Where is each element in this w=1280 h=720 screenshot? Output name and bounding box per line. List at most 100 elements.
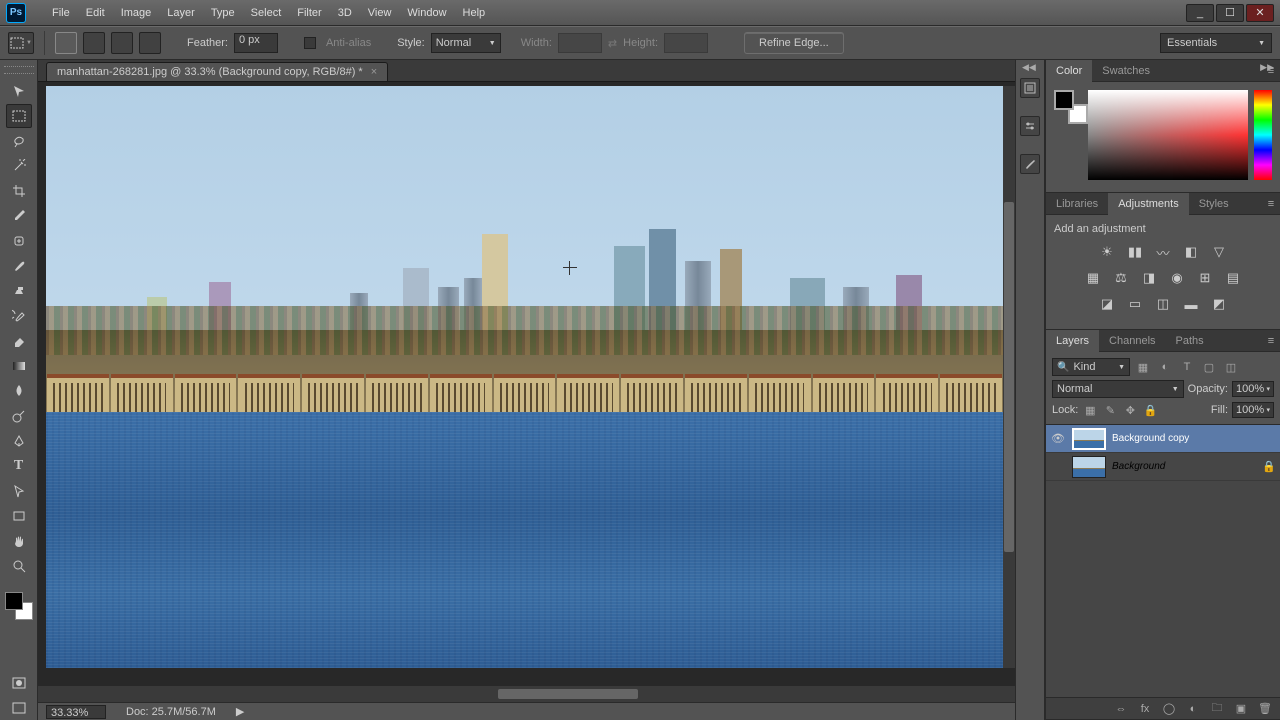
zoom-tool[interactable] <box>6 554 32 578</box>
quick-mask-toggle[interactable] <box>6 671 32 695</box>
history-brush-tool[interactable] <box>6 304 32 328</box>
path-selection-tool[interactable] <box>6 479 32 503</box>
move-tool[interactable] <box>6 79 32 103</box>
levels-icon[interactable]: ▮▮ <box>1125 243 1145 261</box>
brightness-contrast-icon[interactable]: ☀ <box>1097 243 1117 261</box>
exposure-icon[interactable]: ◧ <box>1181 243 1201 261</box>
close-tab-icon[interactable]: × <box>371 66 377 78</box>
refine-edge-button[interactable]: Refine Edge... <box>744 32 844 54</box>
workspace-select[interactable]: Essentials▼ <box>1160 33 1272 53</box>
color-balance-icon[interactable]: ⚖ <box>1111 269 1131 287</box>
eyedropper-tool[interactable] <box>6 204 32 228</box>
blur-tool[interactable] <box>6 379 32 403</box>
tab-styles[interactable]: Styles <box>1189 193 1239 215</box>
zoom-field[interactable]: 33.33% <box>46 705 106 719</box>
color-lookup-icon[interactable]: ▤ <box>1223 269 1243 287</box>
panels-expand-icon[interactable]: ▶▶ <box>1260 62 1274 73</box>
layer-thumbnail[interactable] <box>1072 456 1106 478</box>
history-panel-icon[interactable] <box>1020 78 1040 98</box>
menu-file[interactable]: File <box>44 0 78 26</box>
filter-shape-icon[interactable]: ▢ <box>1200 359 1218 375</box>
group-icon[interactable]: 🗀 <box>1210 699 1224 718</box>
menu-image[interactable]: Image <box>113 0 160 26</box>
tab-channels[interactable]: Channels <box>1099 330 1165 352</box>
menu-edit[interactable]: Edit <box>78 0 113 26</box>
fg-color-swatch[interactable] <box>1054 90 1074 110</box>
posterize-icon[interactable]: ▭ <box>1125 295 1145 313</box>
lock-all-icon[interactable]: 🔒 <box>1142 403 1158 417</box>
curves-icon[interactable]: 〰 <box>1153 243 1173 261</box>
adjustment-layer-icon[interactable]: ◐ <box>1186 703 1200 715</box>
hue-slider[interactable] <box>1254 90 1272 180</box>
scrollbar-thumb[interactable] <box>1004 202 1014 551</box>
foreground-color-swatch[interactable] <box>5 592 23 610</box>
layer-thumbnail[interactable] <box>1072 428 1106 450</box>
eraser-tool[interactable] <box>6 329 32 353</box>
maximize-button[interactable]: ☐ <box>1216 4 1244 22</box>
layer-style-icon[interactable]: fx <box>1138 703 1152 715</box>
active-tool-icon[interactable]: ▼ <box>8 32 34 54</box>
canvas[interactable] <box>46 86 1003 668</box>
visibility-toggle[interactable]: 👁 <box>1050 431 1066 447</box>
selection-intersect-button[interactable] <box>139 32 161 54</box>
color-field[interactable] <box>1088 90 1248 180</box>
tab-libraries[interactable]: Libraries <box>1046 193 1108 215</box>
photo-filter-icon[interactable]: ◉ <box>1167 269 1187 287</box>
crop-tool[interactable] <box>6 179 32 203</box>
new-layer-icon[interactable]: ▣ <box>1234 702 1248 715</box>
hue-sat-icon[interactable]: ▦ <box>1083 269 1103 287</box>
menu-window[interactable]: Window <box>399 0 454 26</box>
lock-pixels-icon[interactable]: ✎ <box>1102 403 1118 417</box>
filter-kind-select[interactable]: 🔍Kind▼ <box>1052 358 1130 376</box>
menu-select[interactable]: Select <box>243 0 290 26</box>
layer-row[interactable]: Background 🔒 <box>1046 453 1280 481</box>
filter-smart-icon[interactable]: ◫ <box>1222 359 1240 375</box>
layer-name[interactable]: Background <box>1112 461 1256 472</box>
menu-help[interactable]: Help <box>455 0 494 26</box>
close-button[interactable]: ✕ <box>1246 4 1274 22</box>
properties-panel-icon[interactable] <box>1020 116 1040 136</box>
pen-tool[interactable] <box>6 429 32 453</box>
screen-mode-toggle[interactable] <box>6 696 32 720</box>
layer-row[interactable]: 👁 Background copy <box>1046 425 1280 453</box>
clone-stamp-tool[interactable] <box>6 279 32 303</box>
lasso-tool[interactable] <box>6 129 32 153</box>
menu-layer[interactable]: Layer <box>159 0 203 26</box>
brushes-panel-icon[interactable] <box>1020 154 1040 174</box>
vibrance-icon[interactable]: ▽ <box>1209 243 1229 261</box>
selection-new-button[interactable] <box>55 32 77 54</box>
selective-color-icon[interactable]: ◩ <box>1209 295 1229 313</box>
tab-color[interactable]: Color <box>1046 60 1092 82</box>
vertical-scrollbar[interactable] <box>1003 86 1015 668</box>
layer-name[interactable]: Background copy <box>1112 433 1276 444</box>
dodge-tool[interactable] <box>6 404 32 428</box>
brush-tool[interactable] <box>6 254 32 278</box>
status-flyout-icon[interactable]: ▶ <box>236 705 244 718</box>
panel-menu-icon[interactable]: ≡ <box>1262 198 1280 210</box>
lock-position-icon[interactable]: ✥ <box>1122 403 1138 417</box>
menu-3d[interactable]: 3D <box>330 0 360 26</box>
document-tab[interactable]: manhattan-268281.jpg @ 33.3% (Background… <box>46 62 388 81</box>
layer-mask-icon[interactable]: ◯ <box>1162 702 1176 715</box>
filter-type-icon[interactable]: T <box>1178 359 1196 375</box>
healing-brush-tool[interactable] <box>6 229 32 253</box>
horizontal-scrollbar[interactable] <box>38 686 1015 702</box>
channel-mixer-icon[interactable]: ⊞ <box>1195 269 1215 287</box>
bw-icon[interactable]: ◨ <box>1139 269 1159 287</box>
invert-icon[interactable]: ◪ <box>1097 295 1117 313</box>
type-tool[interactable]: T <box>6 454 32 478</box>
gradient-map-icon[interactable]: ▬ <box>1181 295 1201 313</box>
opacity-input[interactable]: 100%▾ <box>1232 381 1274 397</box>
menu-filter[interactable]: Filter <box>289 0 329 26</box>
minimize-button[interactable]: _ <box>1186 4 1214 22</box>
link-layers-icon[interactable]: ⇔ <box>1114 703 1128 715</box>
menu-view[interactable]: View <box>360 0 400 26</box>
foreground-background-colors[interactable] <box>5 592 33 620</box>
toolbox-grip[interactable] <box>4 66 34 74</box>
lock-transparency-icon[interactable]: ▦ <box>1082 403 1098 417</box>
fill-input[interactable]: 100%▾ <box>1232 402 1274 418</box>
magic-wand-tool[interactable] <box>6 154 32 178</box>
hand-tool[interactable] <box>6 529 32 553</box>
visibility-toggle[interactable] <box>1050 459 1066 475</box>
threshold-icon[interactable]: ◫ <box>1153 295 1173 313</box>
